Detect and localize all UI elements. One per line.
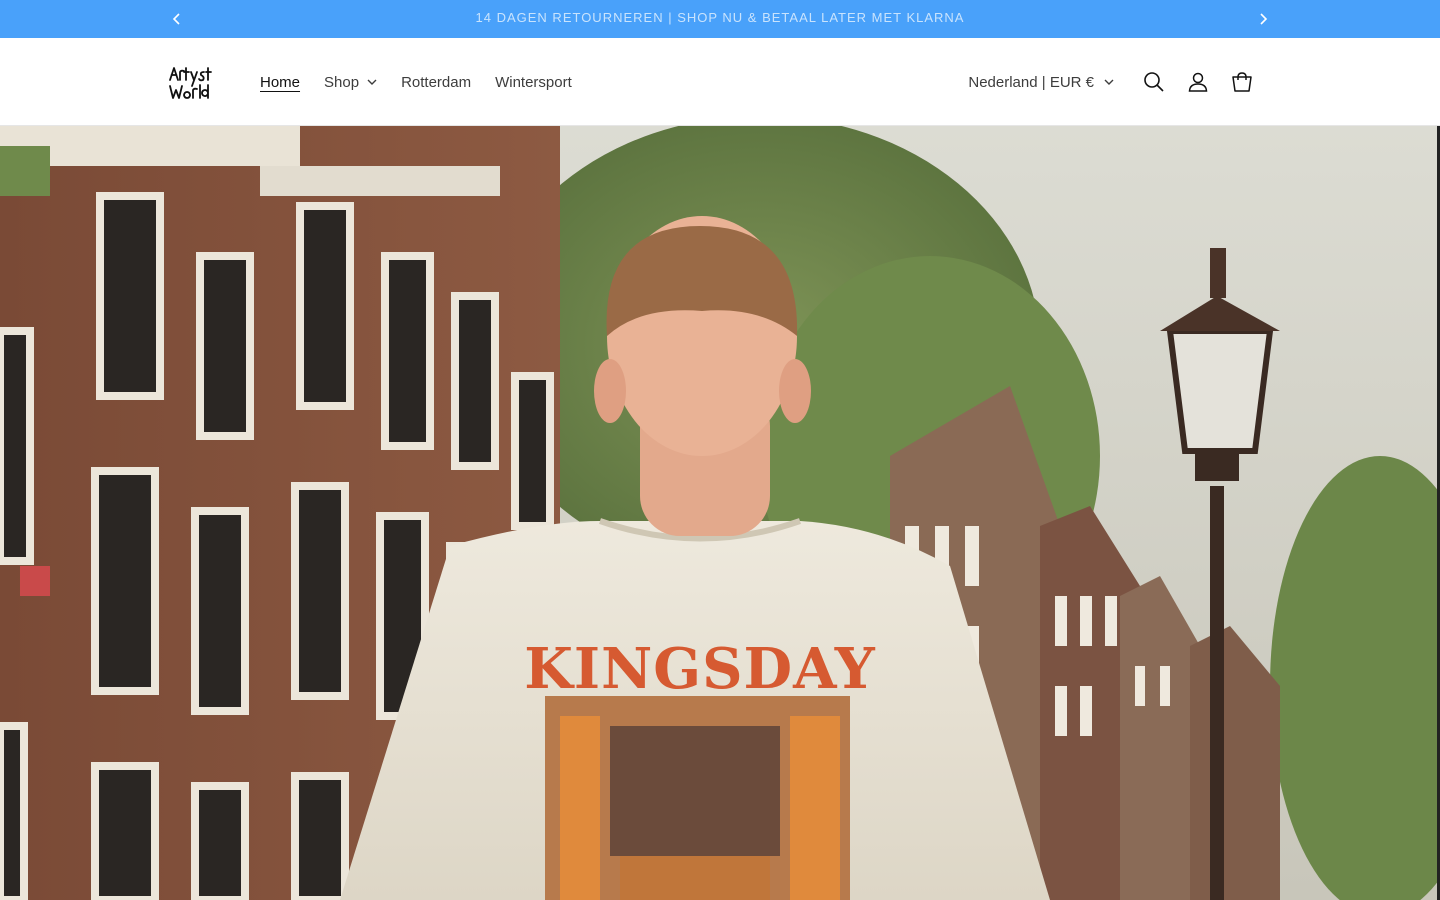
hero-image — [0, 126, 1440, 900]
announcement-text[interactable]: 14 DAGEN RETOURNEREN | SHOP NU & BETAAL … — [0, 10, 1440, 25]
account-button[interactable] — [1176, 60, 1220, 104]
header-tools: Nederland | EUR € — [964, 38, 1264, 126]
nav-item-shop[interactable]: Shop — [312, 64, 389, 100]
cart-icon — [1232, 72, 1252, 92]
announcement-next-button[interactable] — [1250, 6, 1276, 32]
search-button[interactable] — [1132, 60, 1176, 104]
nav-item-wintersport[interactable]: Wintersport — [483, 64, 584, 100]
account-icon — [1188, 72, 1208, 92]
chevron-down-icon — [1104, 79, 1114, 85]
chevron-right-icon — [1260, 13, 1268, 25]
country-selector[interactable]: Nederland | EUR € — [964, 66, 1118, 99]
nav-item-label: Shop — [324, 73, 360, 91]
nav-item-home[interactable]: Home — [248, 64, 312, 100]
nav-item-label: Rotterdam — [401, 73, 472, 91]
chevron-down-icon — [367, 79, 377, 85]
nav-item-label: Wintersport — [495, 73, 572, 91]
shirt-print-title: KINGSDAY — [524, 636, 876, 702]
logo[interactable] — [164, 60, 226, 104]
main-nav: Home Shop Rotterdam Wintersport — [248, 38, 584, 126]
country-selector-label: Nederland | EUR € — [968, 73, 1094, 91]
nav-item-rotterdam[interactable]: Rotterdam — [389, 64, 483, 100]
hero-banner[interactable]: KINGSDAY — [0, 126, 1440, 900]
announcement-bar: 14 DAGEN RETOURNEREN | SHOP NU & BETAAL … — [0, 0, 1440, 38]
search-icon — [1144, 72, 1164, 92]
site-header: Home Shop Rotterdam Wintersport Nederlan… — [0, 38, 1440, 126]
artyst-world-logo — [169, 67, 212, 99]
cart-button[interactable] — [1220, 60, 1264, 104]
nav-item-label: Home — [260, 73, 301, 91]
